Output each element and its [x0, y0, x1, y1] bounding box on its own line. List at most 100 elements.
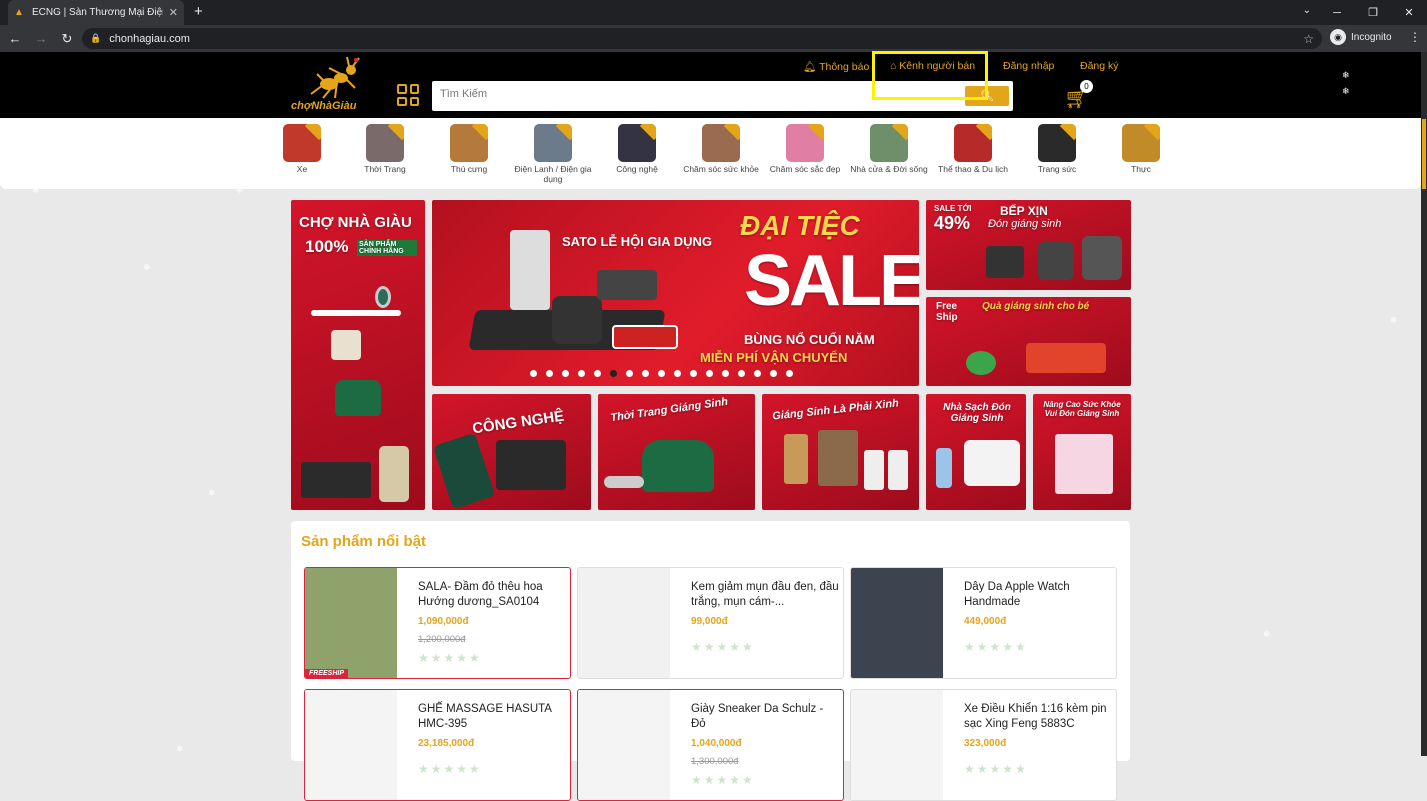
carousel-dot[interactable] [642, 370, 649, 377]
category-item[interactable]: Nhà cửa & Đời sống [849, 124, 929, 174]
bbq-grill-image [612, 325, 678, 349]
freeship-badge: FREESHIP [305, 669, 349, 678]
banner-bottom-4[interactable]: Nhà Sạch Đón Giáng Sinh [926, 394, 1026, 510]
banner-top-right-1[interactable]: SALE TỚI 49% BẾP XỊN Đón giáng sinh [926, 200, 1131, 290]
banner-main-carousel[interactable]: SATO LỄ HỘI GIA DỤNG ĐẠI TIỆC SALE BÙNG … [432, 200, 919, 386]
toy-image [966, 351, 996, 375]
toy-cart-image [1026, 343, 1106, 373]
banner-left[interactable]: CHỢ NHÀ GIÀU 100% SẢN PHẨM CHÍNH HÃNG [291, 200, 425, 510]
category-bar: Xe Thời Trang Thú cưng Điện Lanh / Điện gia… [0, 118, 1421, 189]
tab-title: ECNG | Sàn Thương Mại Điện Tử [32, 7, 163, 18]
notifications-link[interactable]: 🔔︎ Thông báo [803, 60, 869, 73]
browser-toolbar: ← → ↻ 🔒 chonhagiau.com ☆ ◉ Incognito ⋮ [0, 25, 1427, 52]
restore-icon[interactable]: ❐ [1355, 0, 1391, 25]
register-link[interactable]: Đăng ký [1080, 60, 1119, 72]
carousel-dot[interactable] [706, 370, 713, 377]
product-name: Kem giảm mụn đầu đen, đầu trắng, mụn cám… [691, 581, 839, 608]
new-tab-icon[interactable]: + [194, 3, 203, 20]
category-label: Thực [1131, 164, 1151, 174]
carousel-dot[interactable] [674, 370, 681, 377]
carousel-dot[interactable] [658, 370, 665, 377]
product-card[interactable]: Dây Da Apple Watch Handmade 449,000đ ★★★★★ [850, 567, 1117, 679]
incognito-indicator[interactable]: ◉ Incognito [1330, 29, 1392, 45]
carousel-dot[interactable] [578, 370, 585, 377]
banner-bottom-2[interactable]: Thời Trang Giáng Sinh [598, 394, 755, 510]
window-controls: ─ ❐ ✕ [1319, 0, 1427, 25]
category-label: Chăm sóc sức khỏe [683, 164, 759, 174]
banner-main-sub1: BÙNG NỔ CUỐI NĂM [744, 332, 875, 347]
category-item[interactable]: Chăm sóc sắc đẹp [765, 124, 845, 174]
reload-icon[interactable]: ↻ [56, 31, 78, 47]
forward-icon[interactable]: → [30, 31, 52, 46]
rating-stars: ★★★★★ [418, 651, 482, 665]
category-item[interactable]: Thú cưng [429, 124, 509, 174]
banner-bottom-3[interactable]: Giáng Sinh Là Phải Xinh [762, 394, 919, 510]
cart-button[interactable]: 🛒︎ 0 [1064, 80, 1093, 111]
carousel-dot[interactable] [786, 370, 793, 377]
carousel-dot[interactable] [690, 370, 697, 377]
category-icon [283, 124, 321, 162]
carousel-dot[interactable] [770, 370, 777, 377]
rating-stars: ★★★★★ [964, 762, 1028, 776]
category-item[interactable]: Điện Lanh / Điện gia dụng [513, 124, 593, 184]
banner-main-brand: SATO LỄ HỘI GIA DỤNG [562, 234, 712, 249]
banner-top-right-2[interactable]: Free Ship Quà giáng sinh cho bé [926, 297, 1131, 386]
browser-tab[interactable]: ▲ ECNG | Sàn Thương Mại Điện Tử ✕ [8, 0, 184, 25]
category-item[interactable]: Trang sức [1017, 124, 1097, 174]
carousel-dot[interactable] [738, 370, 745, 377]
carousel-dot[interactable] [562, 370, 569, 377]
page-scrollbar[interactable] [1421, 52, 1427, 756]
category-item[interactable]: Công nghệ [597, 124, 677, 174]
featured-products-section: Sản phẩm nổi bật FREESHIP SALA- Đầm đỏ th… [291, 521, 1130, 801]
site-logo[interactable]: chợNhàGiàu [289, 56, 367, 114]
minimize-icon[interactable]: ─ [1319, 0, 1355, 25]
carousel-dot[interactable] [594, 370, 601, 377]
product-price: 1,090,000đ [418, 616, 469, 627]
url-text: chonhagiau.com [109, 32, 190, 45]
category-item[interactable]: Thể thao & Du lịch [933, 124, 1013, 174]
air-fryer-image [986, 246, 1024, 278]
bookmark-star-icon[interactable]: ☆ [1303, 32, 1314, 46]
category-label: Xe [296, 164, 308, 174]
browser-menu-icon[interactable]: ⋮ [1409, 30, 1421, 44]
categories-grid-icon[interactable] [397, 84, 419, 106]
product-card[interactable]: Xe Điều Khiển 1:16 kèm pin sạc Xing Feng… [850, 689, 1117, 801]
brand-name: chợNhàGiàu [291, 100, 357, 112]
highlight-box [872, 51, 988, 100]
carousel-dot[interactable] [610, 370, 617, 377]
product-image [305, 690, 397, 800]
product-card[interactable]: Kem giảm mụn đầu đen, đầu trắng, mụn cám… [577, 567, 844, 679]
product-card[interactable]: GHẾ MASSAGE HASUTA HMC-395 23,185,000đ ★★★… [304, 689, 571, 801]
tab-search-icon[interactable]: ⌄ [1303, 5, 1311, 16]
product-card[interactable]: Giày Sneaker Da Schulz - Đỏ 1,040,000đ 1,3… [577, 689, 844, 801]
snowflake-icon: ❄ [1263, 629, 1271, 639]
close-tab-icon[interactable]: ✕ [169, 6, 178, 19]
address-bar[interactable]: 🔒 chonhagiau.com ☆ [82, 28, 1322, 49]
close-window-icon[interactable]: ✕ [1391, 0, 1427, 25]
rating-stars: ★★★★★ [418, 762, 482, 776]
carousel-dot[interactable] [626, 370, 633, 377]
product-price: 99,000đ [691, 616, 728, 627]
carousel-dots [530, 370, 793, 377]
scrollbar-thumb[interactable] [1422, 119, 1426, 189]
category-item[interactable]: Thực [1101, 124, 1181, 174]
category-item[interactable]: Chăm sóc sức khỏe [681, 124, 761, 174]
banner-tr1-badge: SALE TỚI [934, 204, 972, 213]
login-link[interactable]: Đăng nhập [1003, 60, 1054, 72]
banner-bottom-5[interactable]: Nâng Cao Sức Khỏe Vui Đón Giáng Sinh [1033, 394, 1131, 510]
product-card[interactable]: FREESHIP SALA- Đầm đỏ thêu hoa Hướng dươn… [304, 567, 571, 679]
snowflake-icon: ❄ [176, 744, 184, 754]
carousel-dot[interactable] [530, 370, 537, 377]
carousel-dot[interactable] [754, 370, 761, 377]
product-image [851, 690, 943, 800]
category-item[interactable]: Thời Trang [345, 124, 425, 174]
carousel-dot[interactable] [546, 370, 553, 377]
carousel-dot[interactable] [722, 370, 729, 377]
product-image [578, 568, 670, 678]
banner-bottom-1[interactable]: CÔNG NGHỆ [432, 394, 591, 510]
back-icon[interactable]: ← [4, 31, 26, 46]
category-icon [366, 124, 404, 162]
category-item[interactable]: Xe [262, 124, 342, 174]
search-input[interactable] [440, 88, 940, 100]
ant-logo-icon [310, 56, 360, 99]
